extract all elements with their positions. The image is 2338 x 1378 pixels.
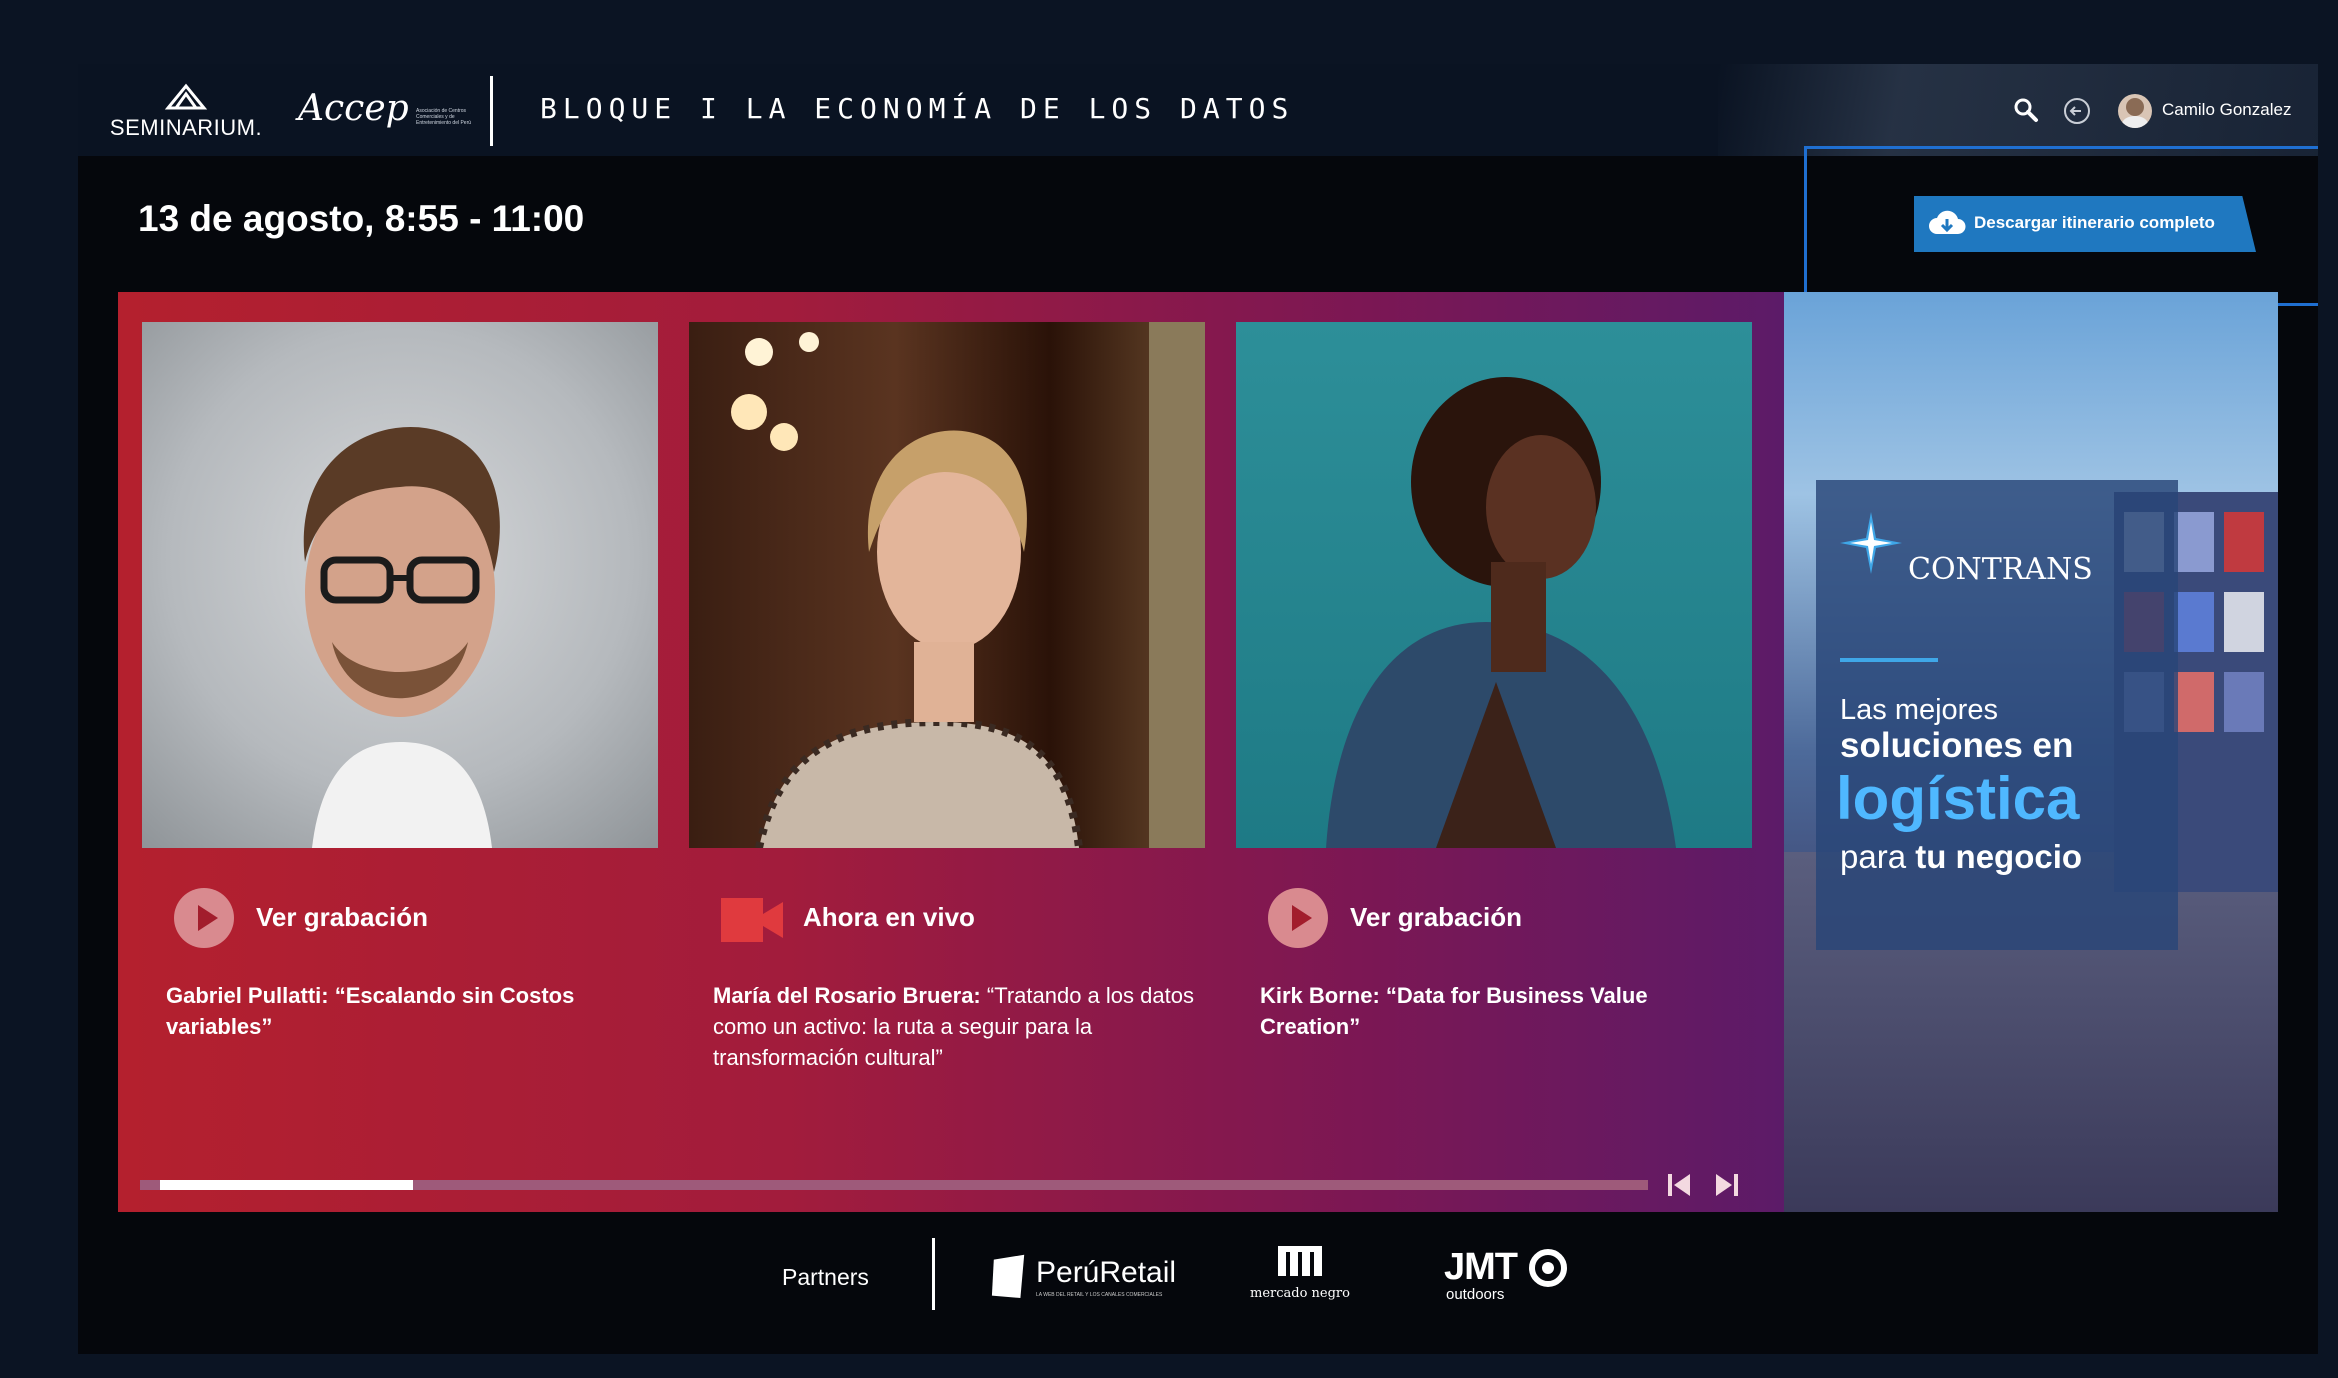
session-title: Kirk Borne: “Data for Business Value Cre… xyxy=(1260,980,1750,1042)
search-icon[interactable] xyxy=(2013,97,2039,123)
ad-line-2: soluciones en xyxy=(1840,726,2074,765)
partners-divider xyxy=(932,1238,935,1310)
speaker-photo xyxy=(142,322,658,848)
speaker-photo xyxy=(1236,322,1752,848)
jmt-subtitle: outdoors xyxy=(1446,1286,1505,1303)
speaker-name: Gabriel Pullatti: xyxy=(166,983,329,1008)
session-title: María del Rosario Bruera: “Tratando a lo… xyxy=(713,980,1203,1073)
ad-line-4: para tu negocio xyxy=(1840,838,2082,876)
ad-content-box: CONTRANS Las mejores soluciones en logís… xyxy=(1816,480,2178,950)
skip-next-icon[interactable] xyxy=(1712,1172,1740,1198)
session-status-label: Ver grabación xyxy=(1350,902,1522,932)
avatar[interactable] xyxy=(2118,94,2152,128)
seminarium-logo[interactable]: SEMINARIUM. xyxy=(106,82,266,142)
session-card[interactable]: Ver grabación Gabriel Pullatti: “Escalan… xyxy=(142,322,658,1062)
ad-brand: CONTRANS xyxy=(1908,552,2093,587)
session-card[interactable]: Ver grabación Kirk Borne: “Data for Busi… xyxy=(1236,322,1752,1062)
compass-star-icon xyxy=(1840,512,1902,574)
video-camera-icon xyxy=(721,898,783,942)
speaker-photo xyxy=(689,322,1205,848)
mercado-negro-mark-icon xyxy=(1278,1246,1322,1276)
mercado-negro-name: mercado negro xyxy=(1250,1286,1350,1301)
seminarium-emblem-icon xyxy=(106,82,266,115)
block-title: BLOQUE I LA ECONOMÍA DE LOS DATOS xyxy=(540,92,1295,125)
partner-jmt-outdoors[interactable]: JMT outdoors xyxy=(1444,1246,1574,1312)
skip-previous-icon[interactable] xyxy=(1666,1172,1694,1198)
carousel-progress-fill xyxy=(160,1180,413,1190)
partner-mercado-negro[interactable]: mercado negro xyxy=(1240,1246,1360,1312)
ad-line-1: Las mejores xyxy=(1840,694,1998,726)
speaker-name: María del Rosario Bruera: xyxy=(713,983,981,1008)
speaker-name: Kirk Borne: xyxy=(1260,983,1380,1008)
session-date: 13 de agosto, 8:55 - 11:00 xyxy=(138,198,585,239)
play-icon xyxy=(1268,888,1328,948)
accep-logo[interactable]: Accep Asociación de Centros Comerciales … xyxy=(298,78,471,142)
session-status-label: Ahora en vivo xyxy=(803,902,975,932)
session-card[interactable]: Ahora en vivo María del Rosario Bruera: … xyxy=(689,322,1205,1070)
shopping-bag-icon xyxy=(991,1254,1025,1298)
peru-retail-name: PerúRetail xyxy=(1036,1256,1177,1289)
cloud-download-icon xyxy=(1928,208,1966,240)
contrans-ad-banner[interactable]: CONTRANS Las mejores soluciones en logís… xyxy=(1784,292,2278,1212)
sessions-carousel: Ver grabación Gabriel Pullatti: “Escalan… xyxy=(118,292,1784,1212)
ad-line-3: logística xyxy=(1836,765,2080,832)
ad-line-4-prefix: para xyxy=(1840,838,1907,875)
user-name[interactable]: Camilo Gonzalez xyxy=(2162,100,2291,120)
download-itinerary-button[interactable]: Descargar itinerario completo xyxy=(1914,196,2256,252)
jmt-name: JMT xyxy=(1444,1246,1518,1288)
carousel-progress[interactable] xyxy=(140,1180,1648,1190)
accep-logo-text: Accep xyxy=(298,88,409,129)
top-bar: SEMINARIUM. Accep Asociación de Centros … xyxy=(78,64,2318,156)
download-itinerary-label: Descargar itinerario completo xyxy=(1974,213,2215,232)
jmt-circle-icon xyxy=(1529,1249,1567,1287)
header-divider xyxy=(490,76,493,146)
ad-line-4-bold: tu negocio xyxy=(1915,838,2083,875)
logout-icon[interactable] xyxy=(2063,97,2091,125)
partners-label: Partners xyxy=(782,1264,869,1290)
session-status-label: Ver grabación xyxy=(256,902,428,932)
play-icon xyxy=(174,888,234,948)
session-title: Gabriel Pullatti: “Escalando sin Costos … xyxy=(166,980,656,1042)
avatar-body xyxy=(2122,116,2148,128)
app-frame: SEMINARIUM. Accep Asociación de Centros … xyxy=(78,64,2318,1354)
partner-peru-retail[interactable]: PerúRetail LA WEB DEL RETAIL Y LOS CANAL… xyxy=(990,1250,1180,1300)
peru-retail-tagline: LA WEB DEL RETAIL Y LOS CANALES COMERCIA… xyxy=(1036,1292,1163,1298)
seminarium-logo-text: SEMINARIUM. xyxy=(109,115,263,140)
accep-logo-subtitle: Asociación de Centros Comerciales y de E… xyxy=(416,108,472,126)
ad-accent-bar xyxy=(1840,658,1938,662)
avatar-head xyxy=(2126,98,2144,116)
